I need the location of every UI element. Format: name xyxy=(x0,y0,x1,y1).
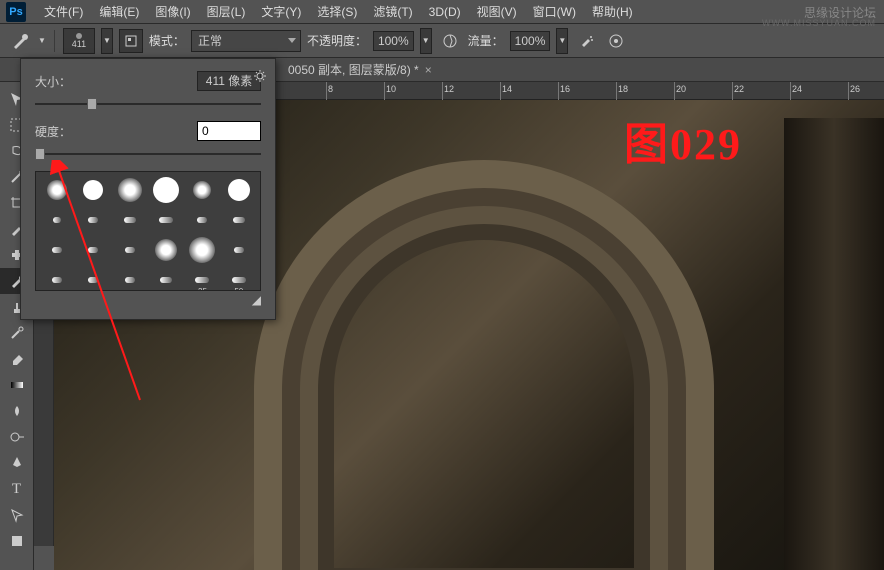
brush-preset-item[interactable] xyxy=(149,176,183,204)
brush-preset-item[interactable] xyxy=(113,206,147,234)
menu-help[interactable]: 帮助(H) xyxy=(584,3,641,20)
brush-presets-grid[interactable]: 2550 xyxy=(35,171,261,291)
size-label: 大小： xyxy=(35,73,71,90)
type-tool[interactable]: T xyxy=(0,476,33,502)
gear-icon[interactable] xyxy=(253,69,267,86)
pen-tool[interactable] xyxy=(0,450,33,476)
brush-preset-item[interactable] xyxy=(113,176,147,204)
brush-preset-item[interactable]: 25 xyxy=(185,266,219,291)
menu-3d[interactable]: 3D(D) xyxy=(421,5,469,19)
eraser-tool[interactable] xyxy=(0,346,33,372)
menu-edit[interactable]: 编辑(E) xyxy=(91,3,147,20)
options-bar: ▼ 411 ▼ 模式： 正常 不透明度： 100% ▼ 流量： 100% ▼ xyxy=(0,24,884,58)
flow-label: 流量： xyxy=(468,32,504,49)
blur-tool[interactable] xyxy=(0,398,33,424)
menu-layer[interactable]: 图层(L) xyxy=(199,3,254,20)
hardness-slider[interactable] xyxy=(35,147,261,161)
photoshop-logo: Ps xyxy=(6,2,26,22)
brush-preset-item[interactable] xyxy=(113,236,147,264)
brush-preset-item[interactable] xyxy=(113,266,147,291)
brush-tool-icon[interactable] xyxy=(8,29,32,53)
brush-preset-item[interactable] xyxy=(149,206,183,234)
menu-type[interactable]: 文字(Y) xyxy=(253,3,309,20)
hardness-label: 硬度： xyxy=(35,123,71,140)
opacity-value[interactable]: 100% xyxy=(373,31,414,51)
brush-preset-item[interactable] xyxy=(40,176,74,204)
brush-preset-item[interactable] xyxy=(40,236,74,264)
size-value[interactable]: 411 像素 xyxy=(197,71,261,91)
document-tab[interactable]: 0050 副本, 图层蒙版/8) *× xyxy=(280,61,440,78)
separator xyxy=(54,30,55,52)
menu-select[interactable]: 选择(S) xyxy=(309,3,365,20)
flow-value[interactable]: 100% xyxy=(510,31,551,51)
brush-preset-item[interactable]: 50 xyxy=(222,266,256,291)
brush-preset-item[interactable] xyxy=(185,176,219,204)
pressure-size-icon[interactable] xyxy=(604,29,628,53)
flow-dropdown-icon[interactable]: ▼ xyxy=(556,28,568,54)
dodge-tool[interactable] xyxy=(0,424,33,450)
annotation-overlay: 图029 xyxy=(624,108,742,172)
shape-tool[interactable] xyxy=(0,528,33,554)
menu-file[interactable]: 文件(F) xyxy=(36,3,91,20)
menu-view[interactable]: 视图(V) xyxy=(469,3,525,20)
brush-preset-item[interactable] xyxy=(222,236,256,264)
opacity-label: 不透明度： xyxy=(307,32,367,49)
size-slider[interactable] xyxy=(35,97,261,111)
brush-preset-picker[interactable]: 411 xyxy=(63,28,95,54)
brush-preset-item[interactable] xyxy=(222,206,256,234)
brush-preset-item[interactable] xyxy=(76,236,110,264)
airbrush-icon[interactable] xyxy=(574,29,598,53)
brush-preset-panel: 大小： 411 像素 硬度： 2550 ◢ xyxy=(20,58,276,320)
resize-handle-icon[interactable]: ◢ xyxy=(35,293,261,307)
brush-preset-item[interactable] xyxy=(40,206,74,234)
brush-preset-item[interactable] xyxy=(40,266,74,291)
history-brush-tool[interactable] xyxy=(0,320,33,346)
gradient-tool[interactable] xyxy=(0,372,33,398)
brush-preset-item[interactable] xyxy=(185,236,219,264)
path-select-tool[interactable] xyxy=(0,502,33,528)
watermark-url: WWW.MISSYUAN.COM xyxy=(762,18,876,28)
brush-preset-item[interactable] xyxy=(149,236,183,264)
brush-preset-item[interactable] xyxy=(222,176,256,204)
close-tab-icon[interactable]: × xyxy=(425,63,432,77)
brush-preset-item[interactable] xyxy=(149,266,183,291)
pressure-opacity-icon[interactable] xyxy=(438,29,462,53)
brush-panel-toggle[interactable] xyxy=(119,29,143,53)
menu-bar: Ps 文件(F) 编辑(E) 图像(I) 图层(L) 文字(Y) 选择(S) 滤… xyxy=(0,0,884,24)
chevron-down-icon[interactable]: ▼ xyxy=(38,36,46,45)
brush-dropdown-icon[interactable]: ▼ xyxy=(101,28,113,54)
opacity-dropdown-icon[interactable]: ▼ xyxy=(420,28,432,54)
brush-preset-item[interactable] xyxy=(185,206,219,234)
mode-label: 模式： xyxy=(149,32,185,49)
menu-window[interactable]: 窗口(W) xyxy=(525,3,584,20)
brush-preset-item[interactable] xyxy=(76,206,110,234)
brush-preset-item[interactable] xyxy=(76,266,110,291)
hardness-input[interactable] xyxy=(197,121,261,141)
brush-preset-item[interactable] xyxy=(76,176,110,204)
blend-mode-select[interactable]: 正常 xyxy=(191,30,301,52)
menu-image[interactable]: 图像(I) xyxy=(147,3,198,20)
menu-filter[interactable]: 滤镜(T) xyxy=(365,3,420,20)
